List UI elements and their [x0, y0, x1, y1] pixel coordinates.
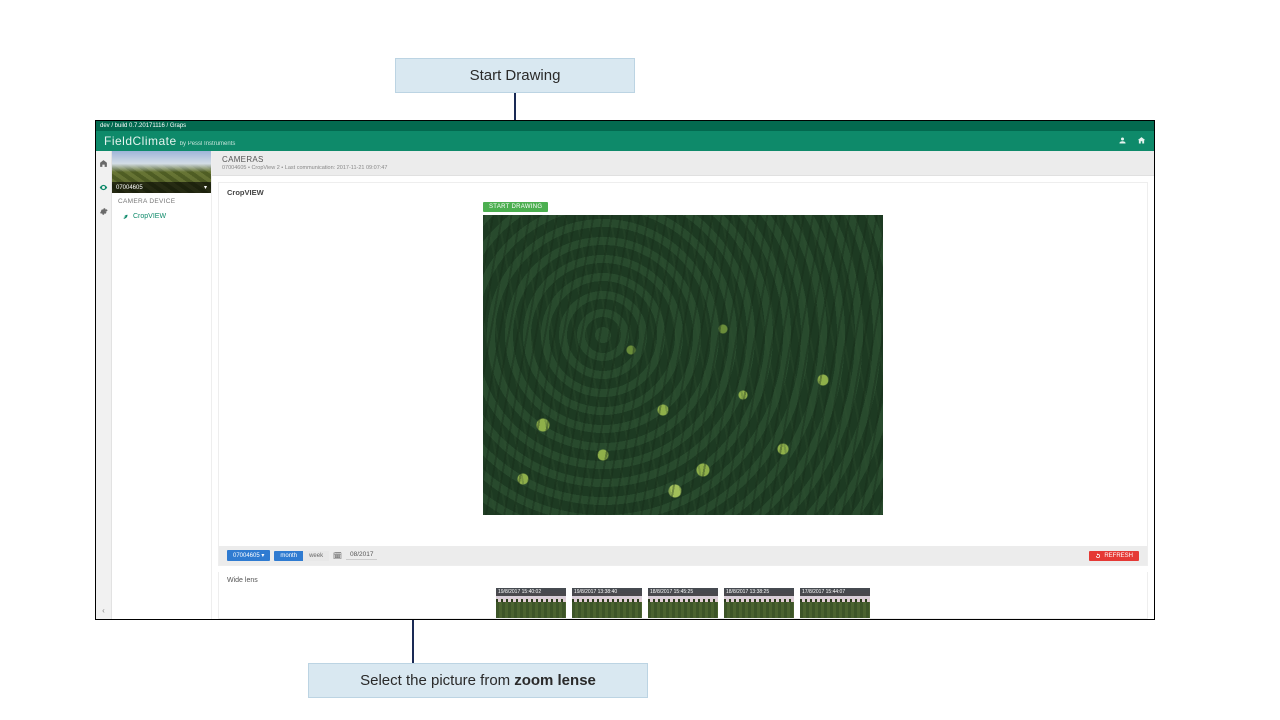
- calendar-icon[interactable]: 🗓: [333, 552, 342, 560]
- refresh-button[interactable]: REFRESH: [1089, 551, 1139, 561]
- leaf-icon: [122, 213, 129, 220]
- thumbnail[interactable]: 17/8/2017 15:44:07: [800, 588, 870, 618]
- home-icon[interactable]: [1137, 132, 1146, 150]
- chevron-down-icon: ▾: [204, 184, 207, 191]
- period-week-button[interactable]: week: [303, 551, 329, 561]
- icon-rail: ‹: [96, 151, 112, 619]
- user-icon[interactable]: [1118, 132, 1127, 150]
- thumbnail-timestamp: 18/8/2017 15:45:25: [648, 588, 718, 596]
- sidebar-item-label: CropVIEW: [133, 213, 166, 220]
- thumbnails-row: 19/8/2017 15:40:02 19/8/2017 13:38:40 18…: [227, 588, 1139, 618]
- sidebar-station-selector[interactable]: 07004605 ▾: [112, 182, 211, 193]
- refresh-label: REFRESH: [1104, 553, 1133, 559]
- main-photo[interactable]: [483, 215, 883, 515]
- thumbnail-timestamp: 17/8/2017 15:44:07: [800, 588, 870, 596]
- annotation-start-drawing: Start Drawing: [395, 58, 635, 93]
- thumbnail[interactable]: 18/8/2017 13:38:25: [724, 588, 794, 618]
- annotation-zoom-lense: Select the picture from zoom lense: [308, 663, 648, 698]
- thumbnail-timestamp: 18/8/2017 13:38:25: [724, 588, 794, 596]
- thumbnails-card: Wide lens 19/8/2017 15:40:02 19/8/2017 1…: [218, 572, 1148, 619]
- page-title: CAMERAS: [222, 155, 1144, 164]
- cropview-card: CropVIEW START DRAWING 07004605 ▾ month …: [218, 182, 1148, 566]
- sidebar: 07004605 ▾ CAMERA DEVICE CropVIEW: [112, 151, 212, 619]
- page-title-bar: CAMERAS 07004605 • CropView 2 • Last com…: [212, 151, 1154, 176]
- thumbnail-timestamp: 19/8/2017 15:40:02: [496, 588, 566, 596]
- period-month-button[interactable]: month: [274, 551, 303, 561]
- thumbnail[interactable]: 18/8/2017 15:45:25: [648, 588, 718, 618]
- page-subtitle: 07004605 • CropView 2 • Last communicati…: [222, 165, 1144, 171]
- period-toggle: month week: [274, 551, 329, 561]
- app-header: FieldClimate by Pessl Instruments: [96, 131, 1154, 151]
- station-dropdown[interactable]: 07004605 ▾: [227, 550, 270, 561]
- start-drawing-button[interactable]: START DRAWING: [483, 202, 548, 212]
- annotation-bottom-bold: zoom lense: [514, 672, 596, 689]
- thumbnail-timestamp: 19/8/2017 13:38:40: [572, 588, 642, 596]
- rail-eye-icon[interactable]: [99, 179, 108, 197]
- brand-main: FieldClimate: [104, 134, 177, 148]
- annotation-bottom-prefix: Select the picture from: [360, 672, 510, 689]
- rail-gear-icon[interactable]: [99, 203, 108, 221]
- sidebar-station-id: 07004605: [116, 185, 143, 191]
- date-field[interactable]: 08/2017: [346, 551, 378, 560]
- build-info-text: dev / build 0.7.20171116 / Graps: [100, 123, 186, 129]
- refresh-icon: [1095, 553, 1101, 559]
- rail-collapse-icon[interactable]: ‹: [96, 606, 111, 615]
- main-area: CAMERAS 07004605 • CropView 2 • Last com…: [212, 151, 1154, 619]
- sidebar-section-title: CAMERA DEVICE: [112, 193, 211, 210]
- annotation-top-text: Start Drawing: [470, 67, 561, 84]
- card-title: CropVIEW: [219, 183, 1147, 202]
- brand-sub: by Pessl Instruments: [180, 141, 236, 147]
- rail-home-icon[interactable]: [99, 155, 108, 173]
- thumbnail[interactable]: 19/8/2017 15:40:02: [496, 588, 566, 618]
- sidebar-item-cropview[interactable]: CropVIEW: [112, 210, 211, 223]
- thumbnail[interactable]: 19/8/2017 13:38:40: [572, 588, 642, 618]
- app-window: dev / build 0.7.20171116 / Graps FieldCl…: [95, 120, 1155, 620]
- sidebar-hero-image: 07004605 ▾: [112, 151, 211, 193]
- thumbnails-title: Wide lens: [227, 577, 1139, 584]
- filter-toolbar: 07004605 ▾ month week 🗓 08/2017 REFRESH: [219, 546, 1147, 565]
- brand: FieldClimate by Pessl Instruments: [104, 134, 235, 148]
- build-info-bar: dev / build 0.7.20171116 / Graps: [96, 121, 1154, 131]
